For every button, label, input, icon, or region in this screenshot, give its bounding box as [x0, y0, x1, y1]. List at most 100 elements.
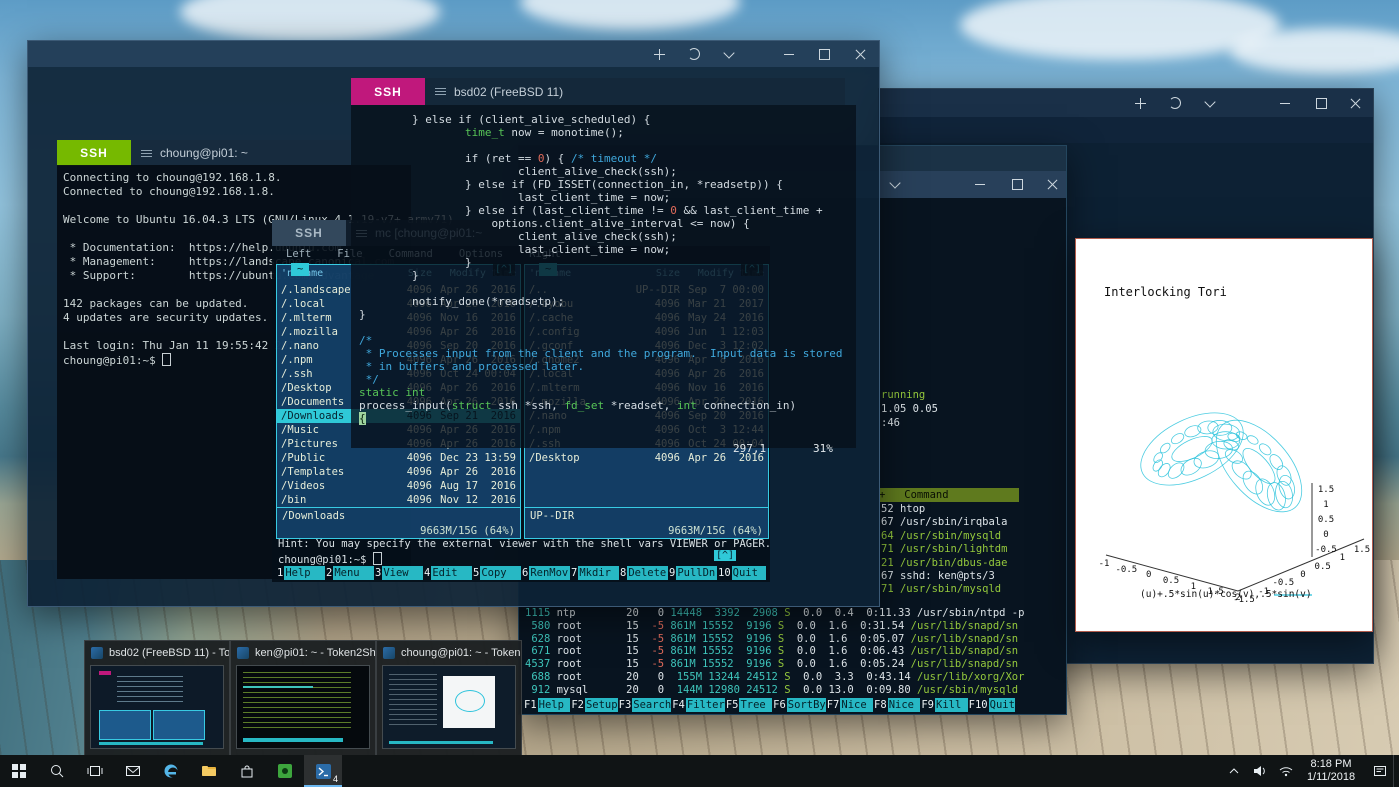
screen: running1.05 0.05:46 + Command 52 htop67 …	[0, 0, 1399, 787]
choung-tabbar[interactable]: SSH choung@pi01: ~	[57, 140, 350, 166]
mc-hint-line: Hint: You may specify the external viewe…	[278, 538, 771, 550]
tab-choung[interactable]: choung@pi01: ~	[131, 140, 350, 166]
mc-row[interactable]: /Public4096Dec 23 13:59	[277, 451, 520, 465]
preview-thumbnail[interactable]	[90, 665, 224, 749]
action-center-button[interactable]	[1367, 755, 1393, 787]
process-row[interactable]: 628 root 15 -5 861M 15552 9196 S 0.0 1.6…	[525, 633, 1024, 646]
minimize-button[interactable]	[1269, 89, 1301, 117]
preview-thumbnail[interactable]	[236, 665, 370, 749]
chevron-down-icon[interactable]	[1194, 89, 1226, 117]
windows-logo-icon	[11, 763, 27, 779]
close-button[interactable]	[844, 41, 876, 67]
process-row[interactable]: 671 root 15 -5 861M 15552 9196 S 0.0 1.6…	[525, 645, 1024, 658]
main-window-titlebar[interactable]	[28, 41, 879, 67]
fkey-filter[interactable]: F4Filter	[671, 698, 725, 712]
fkey-copy[interactable]: 5Copy	[472, 566, 521, 580]
task-view-button[interactable]	[76, 755, 114, 787]
minimize-button[interactable]	[964, 171, 996, 198]
token2shell-taskbar-button[interactable]: 4	[304, 755, 342, 787]
store-button[interactable]	[228, 755, 266, 787]
add-tab-icon[interactable]	[1124, 89, 1156, 117]
process-row[interactable]: 688 root 20 0 155M 13244 24512 S 0.0 3.3…	[525, 671, 1024, 684]
mc-row[interactable]: /Templates4096Apr 26 2016	[277, 465, 520, 479]
fkey-kill[interactable]: F9Kill	[920, 698, 967, 712]
fkey-mkdir[interactable]: 7Mkdir	[570, 566, 619, 580]
cloud	[180, 0, 440, 42]
plot-title: Interlocking Tori	[1104, 285, 1227, 299]
tab-bsd02[interactable]: bsd02 (FreeBSD 11)	[425, 78, 845, 105]
fkey-nice[interactable]: F8Nice +	[873, 698, 920, 712]
chevron-down-icon[interactable]	[879, 171, 911, 198]
close-button[interactable]	[1339, 89, 1371, 117]
search-button[interactable]	[38, 755, 76, 787]
maximize-button[interactable]	[1001, 171, 1033, 198]
taskbar-preview-choung[interactable]: choung@pi01: ~ - Token2S...	[376, 640, 522, 758]
process-row[interactable]: 1115 ntp 20 0 14448 3392 2908 S 0.0 0.4 …	[525, 607, 1024, 620]
green-app-button[interactable]	[266, 755, 304, 787]
fkey-search[interactable]: F3Search	[618, 698, 672, 712]
fkey-quit[interactable]: F10Quit	[968, 698, 1015, 712]
process-row[interactable]: 912 mysql 20 0 144M 12980 24512 S 0.0 13…	[525, 684, 1024, 697]
fkey-tree[interactable]: F5Tree	[725, 698, 772, 712]
system-tray: 8:18 PM 1/11/2018	[1221, 755, 1399, 787]
mc-function-key-bar: 1Help2Menu3View4Edit5Copy6RenMov7Mkdir8D…	[276, 566, 766, 580]
mc-row[interactable]: /Videos4096Aug 17 2016	[277, 479, 520, 493]
chevron-down-icon[interactable]	[713, 41, 745, 67]
volume-button[interactable]	[1247, 755, 1273, 787]
text-cursor	[373, 552, 382, 565]
taskbar-preview-ken[interactable]: ken@pi01: ~ - Token2Shell	[230, 640, 376, 758]
tray-expand-button[interactable]	[1221, 755, 1247, 787]
mail-button[interactable]	[114, 755, 152, 787]
preview-title: choung@pi01: ~ - Token2S...	[401, 647, 521, 659]
process-row[interactable]: 4537 root 15 -5 861M 15552 9196 S 0.0 1.…	[525, 658, 1024, 671]
network-button[interactable]	[1273, 755, 1299, 787]
fkey-setup[interactable]: F2Setup	[570, 698, 617, 712]
sync-icon[interactable]	[1159, 89, 1191, 117]
bsd02-tabbar[interactable]: SSH bsd02 (FreeBSD 11)	[351, 78, 845, 105]
fkey-menu[interactable]: 2Menu	[325, 566, 374, 580]
mc-shell-prompt[interactable]: choung@pi01:~$	[278, 552, 382, 566]
taskbar-preview-bsd02[interactable]: bsd02 (FreeBSD 11) - Token2...	[84, 640, 230, 758]
fkey-renmov[interactable]: 6RenMov	[521, 566, 570, 580]
fkey-quit[interactable]: 10Quit	[717, 566, 766, 580]
hamburger-icon[interactable]	[141, 153, 152, 154]
preview-title: ken@pi01: ~ - Token2Shell	[255, 647, 375, 659]
preview-thumbnail[interactable]	[382, 665, 516, 749]
sync-icon[interactable]	[678, 41, 710, 67]
process-row[interactable]: 580 root 15 -5 861M 15552 9196 S 0.0 1.6…	[525, 620, 1024, 633]
edge-button[interactable]	[152, 755, 190, 787]
show-desktop-button[interactable]	[1393, 755, 1399, 787]
fkey-sortby[interactable]: F6SortBy	[772, 698, 826, 712]
add-tab-icon[interactable]	[643, 41, 675, 67]
htop-header-fragments: running1.05 0.05:46	[881, 388, 938, 430]
fkey-delete[interactable]: 8Delete	[619, 566, 668, 580]
maximize-button[interactable]	[1305, 89, 1337, 117]
background-window-titlebar[interactable]	[879, 89, 1373, 117]
bsd02-terminal-content[interactable]: } else if (client_alive_scheduled) { tim…	[351, 105, 856, 448]
mc-row[interactable]: /bin4096Nov 12 2016	[277, 493, 520, 507]
fkey-help[interactable]: 1Help	[276, 566, 325, 580]
taskbar-clock[interactable]: 8:18 PM 1/11/2018	[1299, 758, 1367, 784]
close-button[interactable]	[1036, 171, 1068, 198]
fkey-help[interactable]: F1Help	[523, 698, 570, 712]
fkey-view[interactable]: 3View	[374, 566, 423, 580]
file-explorer-button[interactable]	[190, 755, 228, 787]
cloud	[1230, 28, 1399, 74]
edge-browser-icon	[163, 763, 179, 779]
start-button[interactable]	[0, 755, 38, 787]
mc-left-path-tab[interactable]: ~	[291, 263, 309, 276]
maximize-button[interactable]	[808, 41, 840, 67]
token2shell-icon	[383, 647, 395, 659]
taskbar: 4 8:18 PM 1/11/2018	[0, 755, 1399, 787]
scroll-up-icon[interactable]: [^]	[714, 550, 736, 561]
disk-usage: 9663M/15G (64%)	[420, 525, 515, 537]
mc-menu-left[interactable]: Left	[286, 248, 311, 264]
htop-command-column-header[interactable]: + Command	[879, 488, 1019, 502]
fkey-pulldn[interactable]: 9PullDn	[668, 566, 717, 580]
fkey-nice[interactable]: F7Nice -	[826, 698, 873, 712]
fkey-edit[interactable]: 4Edit	[423, 566, 472, 580]
tab-title: choung@pi01: ~	[160, 146, 248, 160]
hamburger-icon[interactable]	[435, 91, 446, 92]
mc-row[interactable]: /Desktop4096Apr 26 2016	[525, 451, 768, 465]
minimize-button[interactable]	[773, 41, 805, 67]
